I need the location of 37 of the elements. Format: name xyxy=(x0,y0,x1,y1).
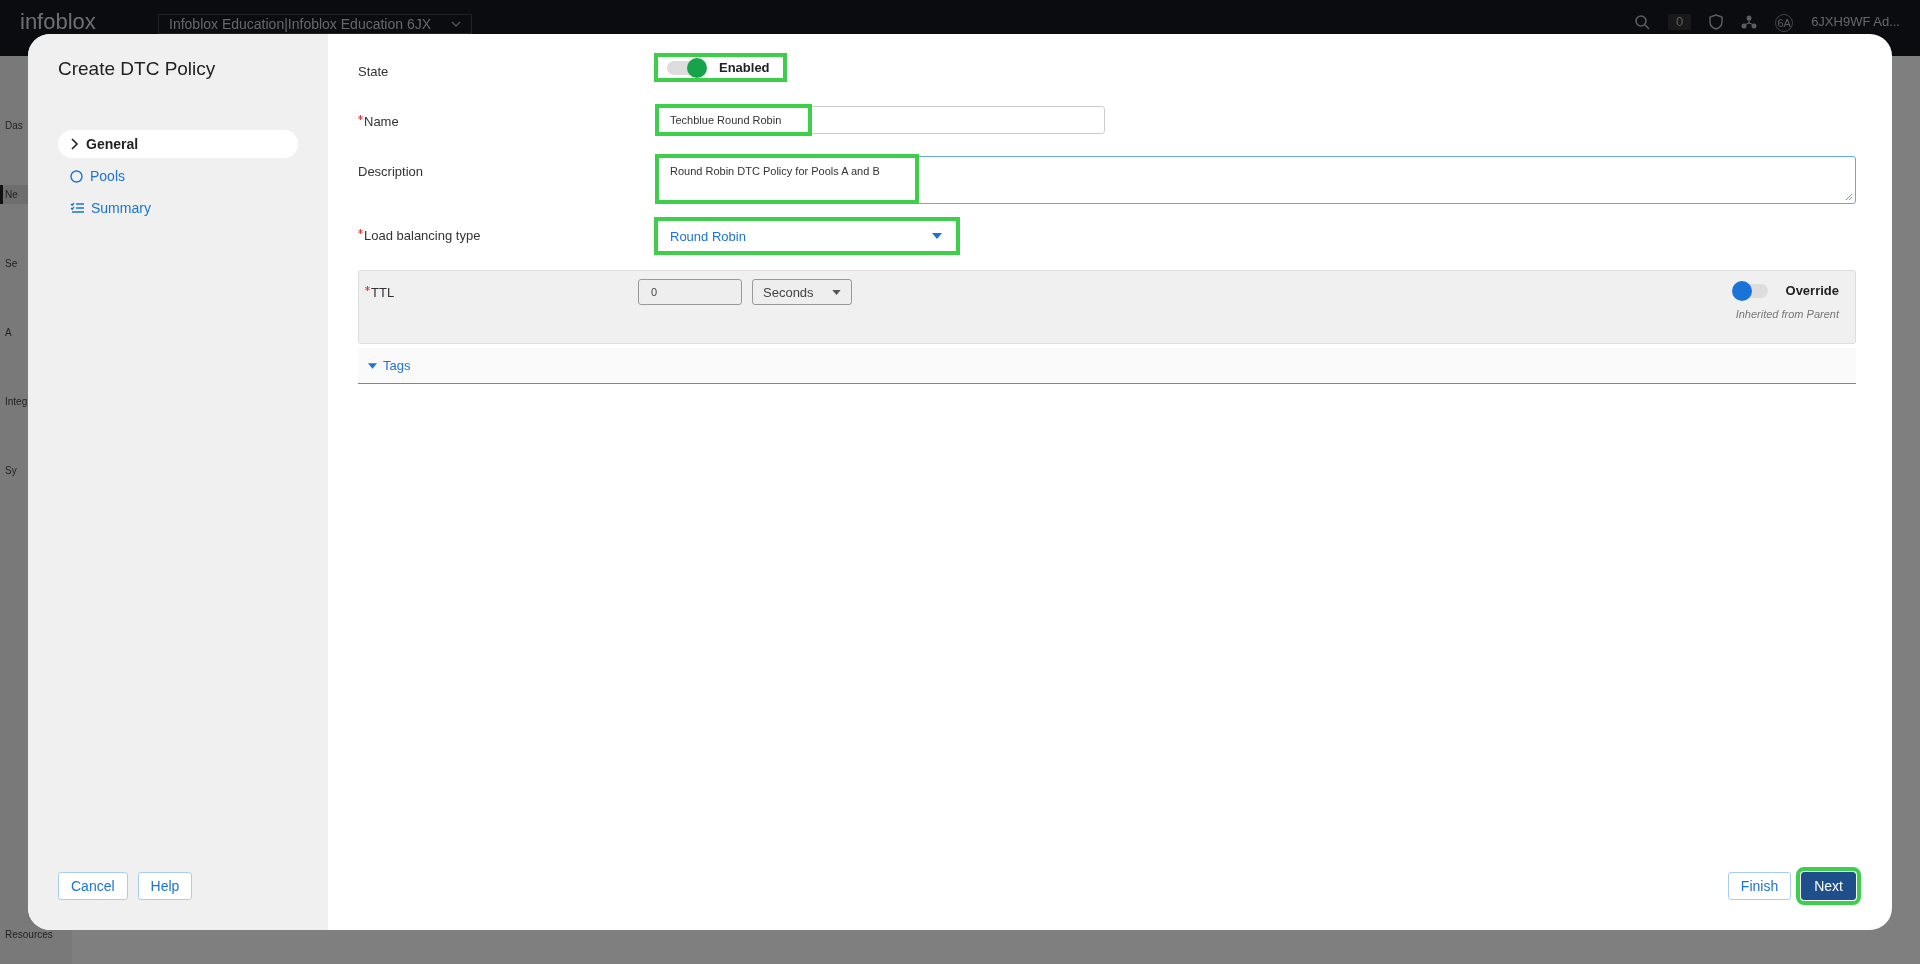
dialog-button[interactable]: Cancel xyxy=(58,872,128,900)
field-value: Round Robin DTC Policy for Pools A and B xyxy=(658,157,916,201)
chevron-down-icon xyxy=(451,21,462,27)
caret-down-icon xyxy=(368,362,377,369)
shield-icon[interactable] xyxy=(1709,14,1724,30)
field-label: Description xyxy=(358,163,425,179)
user-menu[interactable]: 6JXH9WF Ad... xyxy=(1811,14,1900,30)
notification-count[interactable]: 0 xyxy=(1667,14,1692,30)
dropdown[interactable]: Round Robin xyxy=(657,220,957,252)
caret-down-icon xyxy=(932,233,942,239)
toggle-switch[interactable] xyxy=(667,60,705,75)
dialog-title: Create DTC Policy xyxy=(58,58,217,80)
caret-down-icon xyxy=(832,289,841,295)
search-icon[interactable] xyxy=(1633,14,1650,30)
step-item[interactable]: Summary xyxy=(58,194,298,222)
dialog-button[interactable]: Help xyxy=(137,872,193,900)
resize-grip-icon xyxy=(1845,193,1853,201)
logo: infoblox xyxy=(20,14,97,30)
input-field[interactable]: Techblue Round Robin xyxy=(657,106,1105,134)
field-value: Techblue Round Robin xyxy=(658,107,810,133)
field-label: Name xyxy=(358,106,657,129)
field-label: TTL xyxy=(365,279,628,300)
tags-section[interactable]: Tags xyxy=(358,348,1856,384)
inherited-note: Inherited from Parent xyxy=(1735,308,1839,320)
toggle-label: Enabled xyxy=(719,60,770,75)
field-label: Load balancing type xyxy=(358,220,657,243)
dialog-button[interactable]: Finish xyxy=(1727,872,1792,900)
step-item[interactable]: General xyxy=(58,130,298,158)
network-icon[interactable] xyxy=(1741,14,1758,30)
account-selector[interactable]: Infoblox Education|Infoblox Education 6JX xyxy=(158,14,473,34)
chevron-right-icon xyxy=(70,138,79,150)
text-area[interactable]: Round Robin DTC Policy for Pools A and B xyxy=(657,156,1856,204)
field-label: State xyxy=(358,63,390,79)
toggle-label: Override xyxy=(1785,283,1839,298)
circle-icon xyxy=(70,169,83,183)
checklist-icon xyxy=(70,202,84,214)
step-item[interactable]: Pools xyxy=(58,162,298,190)
